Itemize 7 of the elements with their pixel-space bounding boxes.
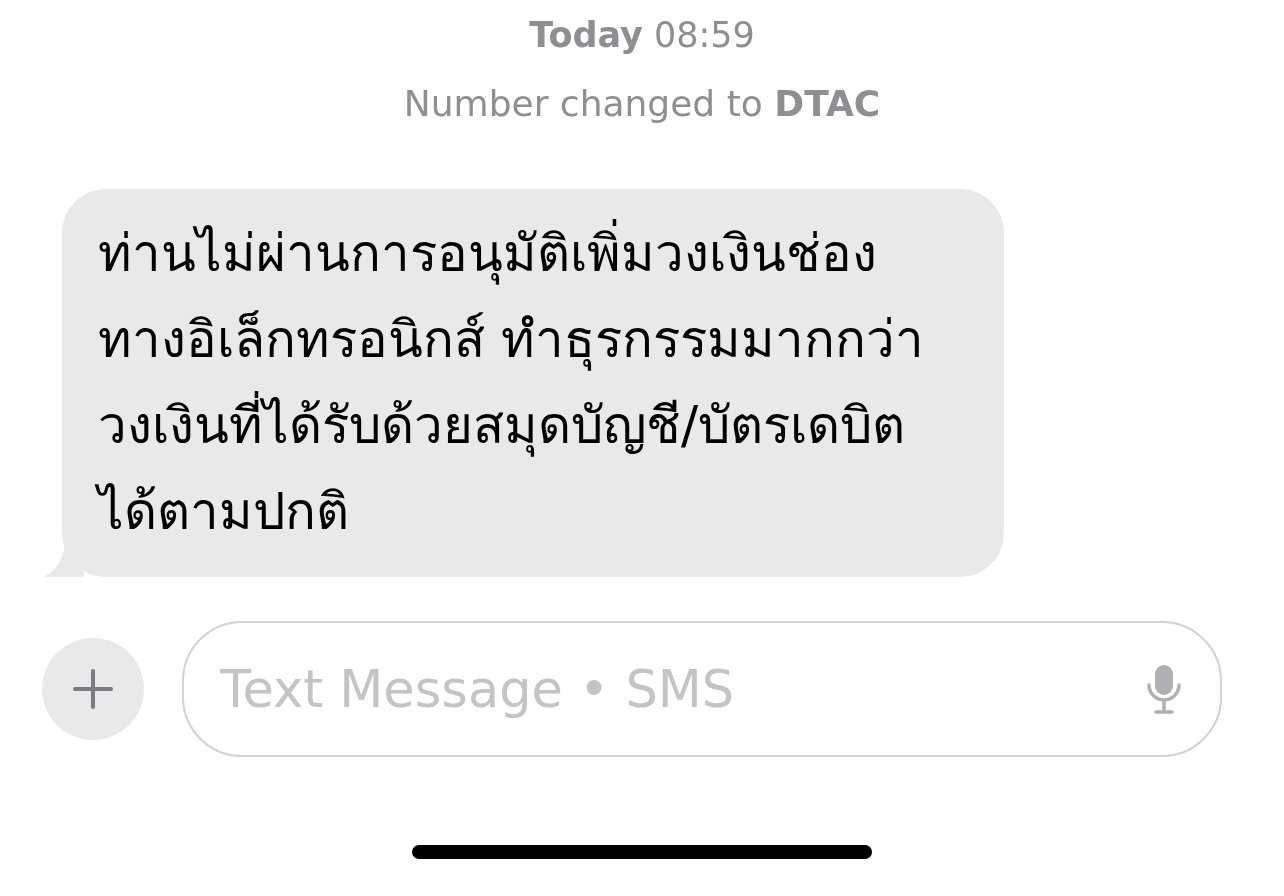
message-bubble: ท่านไม่ผ่านการอนุมัติเพิ่มวงเงินช่อง ทางอิเล็กทรอนิกส์ ทำธุรกรรมมากกว่า วงเงินที่ได้รับด้วยสมุดบัญชี/บัตรเดบิต ได้ตามปกติ (62, 189, 1004, 578)
home-indicator[interactable] (412, 845, 872, 860)
status-notice: Number changed to DTAC (403, 82, 881, 126)
message-field[interactable]: Text Message • SMS (182, 621, 1222, 758)
microphone-icon[interactable] (1146, 663, 1182, 716)
timestamp: Today 08:59 (529, 14, 755, 56)
plus-icon (73, 669, 113, 710)
